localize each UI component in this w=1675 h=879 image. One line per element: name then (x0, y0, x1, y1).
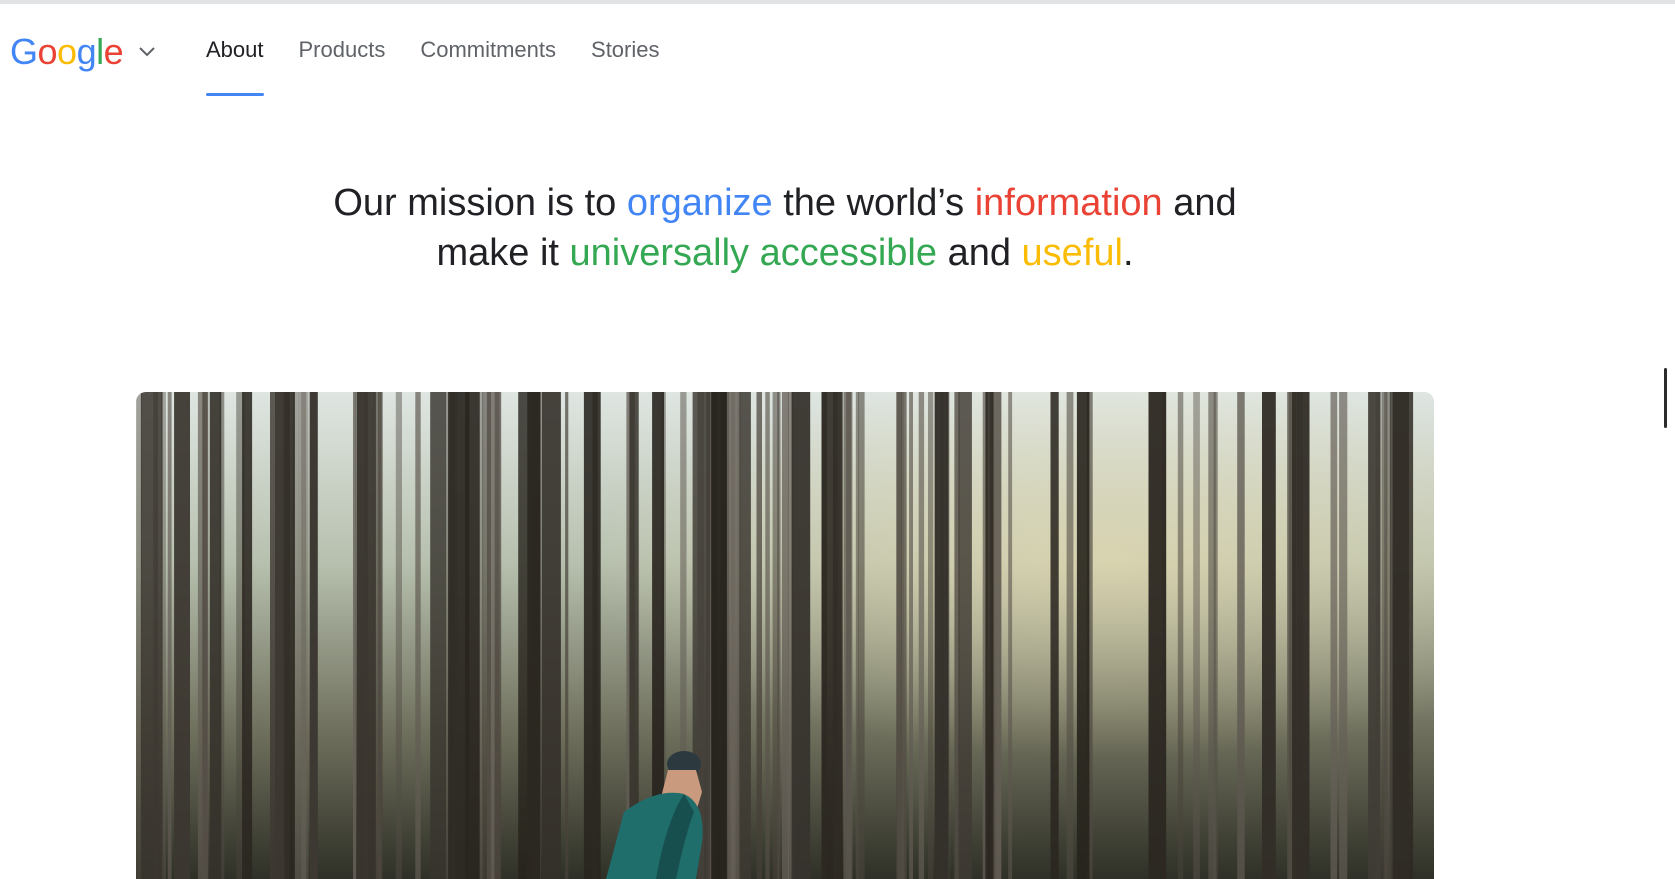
nav-tab-stories[interactable]: Stories (591, 4, 659, 96)
tree-trunk (1237, 392, 1245, 879)
mission-keyword-organize: organize (626, 182, 773, 224)
tree-trunk (309, 392, 318, 879)
tree-trunk (353, 392, 356, 879)
tree-trunk (1076, 392, 1090, 879)
nav-tab-label: About (206, 37, 264, 62)
tree-trunk (928, 392, 934, 879)
nav-tab-label: Products (298, 37, 386, 62)
tree-trunk (518, 392, 541, 879)
nav-tab-about[interactable]: About (206, 4, 264, 96)
tree-trunk (1392, 392, 1414, 879)
tree-trunk (934, 392, 949, 879)
site-header: G o o g l e About Products Commitments S… (0, 4, 1675, 104)
tree-trunk (821, 392, 843, 879)
tree-trunk (777, 392, 781, 879)
hero-image (136, 392, 1434, 879)
tree-trunk (1330, 392, 1338, 879)
logo-letter: l (96, 31, 104, 72)
active-tab-indicator (206, 93, 264, 96)
mission-text: Our mission is to (333, 182, 627, 224)
mission-keyword-universally-accessible: universally accessible (569, 232, 938, 274)
nav-tab-label: Stories (591, 37, 660, 62)
tree-trunk (482, 392, 491, 879)
main-nav: About Products Commitments Stories (206, 4, 695, 104)
tree-trunk (242, 392, 253, 879)
tree-trunk (765, 392, 770, 879)
mission-text: . (1122, 232, 1134, 274)
chevron-down-icon[interactable] (137, 42, 157, 62)
tree-trunk (711, 392, 727, 879)
google-logo: G o o g l e (10, 31, 124, 72)
tree-trunk (1193, 392, 1200, 879)
tree-trunk (1339, 392, 1348, 879)
tree-trunk (270, 392, 285, 879)
nav-tab-commitments[interactable]: Commitments (420, 4, 556, 96)
forest-illustration (136, 392, 1434, 879)
logo-letter: o (37, 31, 58, 72)
tree-trunk (858, 392, 865, 879)
mission-keyword-information: information (974, 182, 1163, 224)
tree-trunk (301, 392, 309, 879)
tree-trunk (174, 392, 190, 879)
tree-trunk (430, 392, 447, 879)
tree-trunk (909, 392, 913, 879)
nav-tab-label: Commitments (420, 37, 557, 62)
tree-trunk (1050, 392, 1059, 879)
mission-line-2: make it universally accessible and usefu… (0, 228, 1570, 278)
mission-line-1: Our mission is to organize the world’s i… (0, 178, 1570, 228)
tree-trunk (756, 392, 762, 879)
tree-trunk (1292, 392, 1310, 879)
nav-tab-products[interactable]: Products (299, 4, 386, 96)
tree-trunk (565, 392, 569, 879)
tree-trunk (1008, 392, 1013, 879)
tree-trunk (728, 392, 735, 879)
tree-trunk (541, 392, 561, 879)
tree-trunk (583, 392, 601, 879)
tree-trunk (209, 392, 222, 879)
tree-trunk (1148, 392, 1167, 879)
tree-trunk (1177, 392, 1184, 879)
tree-trunk (918, 392, 925, 879)
mission-statement: Our mission is to organize the world’s i… (0, 178, 1570, 278)
logo-letter: g (76, 31, 97, 72)
tree-trunk (1262, 392, 1276, 879)
tree-trunk (1368, 392, 1381, 879)
logo-letter: G (10, 31, 38, 72)
scrollbar-handle[interactable] (1664, 368, 1667, 428)
tree-trunk (739, 392, 751, 879)
tree-trunk (791, 392, 811, 879)
tree-trunk (202, 392, 208, 879)
tree-trunk (995, 392, 1002, 879)
mission-keyword-useful: useful (1021, 232, 1123, 274)
tree-trunk (167, 392, 172, 879)
tree-trunk (897, 392, 905, 879)
mission-text: and (1162, 182, 1237, 224)
logo-letter: o (57, 31, 77, 72)
mission-text: make it (436, 232, 570, 274)
tree-trunk (395, 392, 402, 879)
google-logo-menu[interactable]: G o o g l e (10, 32, 157, 72)
tree-trunk (958, 392, 972, 879)
tree-trunk (843, 392, 853, 879)
tree-trunk (494, 392, 502, 879)
tree-trunk (1208, 392, 1216, 879)
mission-text: and (937, 232, 1022, 274)
logo-letter: e (103, 31, 124, 72)
tree-trunk (465, 392, 480, 879)
tree-trunk (356, 392, 376, 879)
tree-trunk (985, 392, 994, 879)
tree-trunk (1066, 392, 1074, 879)
tree-trunk (140, 392, 163, 879)
mission-text: the world’s (772, 182, 975, 224)
tree-trunk (415, 392, 421, 879)
